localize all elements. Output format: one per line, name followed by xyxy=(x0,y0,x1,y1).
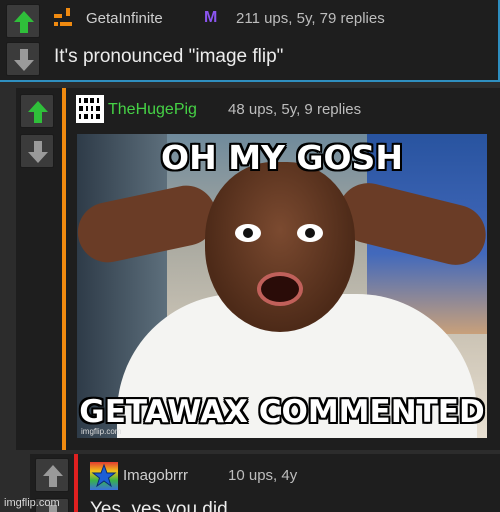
upvote-button[interactable] xyxy=(20,94,54,128)
thread-line xyxy=(62,88,66,450)
username-link[interactable]: TheHugePig xyxy=(108,101,197,119)
upvote-button[interactable] xyxy=(6,4,40,38)
comment-thehugepig: TheHugePig 48 ups, 5y, 9 replies OH MY G… xyxy=(16,88,500,450)
mod-badge: M xyxy=(204,9,218,26)
comment-imagobrrr: Imagobrrr 10 ups, 4y Yes, yes you did xyxy=(30,454,500,512)
binary-avatar-icon[interactable] xyxy=(76,95,104,123)
arrow-up-icon xyxy=(43,465,63,487)
arrow-down-icon xyxy=(14,49,34,71)
comment-meta: 48 ups, 5y, 9 replies xyxy=(228,101,362,118)
site-watermark: imgflip.com xyxy=(4,497,60,509)
arrow-up-icon xyxy=(14,11,34,33)
star-avatar-icon[interactable] xyxy=(90,462,118,490)
username-link[interactable]: Imagobrrr xyxy=(123,467,188,484)
comment-text: Yes, yes you did xyxy=(90,499,228,512)
arrow-up-icon xyxy=(28,101,48,123)
upvote-button[interactable] xyxy=(35,458,69,492)
username-link[interactable]: GetaInfinite xyxy=(86,10,163,27)
downvote-button[interactable] xyxy=(20,134,54,168)
comment-text: It's pronounced "image flip" xyxy=(54,46,284,67)
arrow-down-icon xyxy=(28,141,48,163)
meme-bottom-caption: GETAWAX COMMENTED xyxy=(79,394,485,430)
comment-meta: 10 ups, 4y xyxy=(228,467,298,484)
downvote-button[interactable] xyxy=(6,42,40,76)
meme-top-caption: OH MY GOSH xyxy=(161,138,403,177)
surprised-face xyxy=(205,162,355,332)
meme-watermark: imgflip.com xyxy=(81,427,122,436)
comment-meta: 211 ups, 5y, 79 replies xyxy=(236,10,385,27)
meme-image[interactable]: OH MY GOSH GETAWAX COMMENTED imgflip.com xyxy=(77,134,487,438)
thread-line xyxy=(74,454,78,512)
getainfinite-avatar-icon[interactable] xyxy=(52,6,76,30)
comment-getainfinite: GetaInfinite M 211 ups, 5y, 79 replies I… xyxy=(0,0,500,82)
